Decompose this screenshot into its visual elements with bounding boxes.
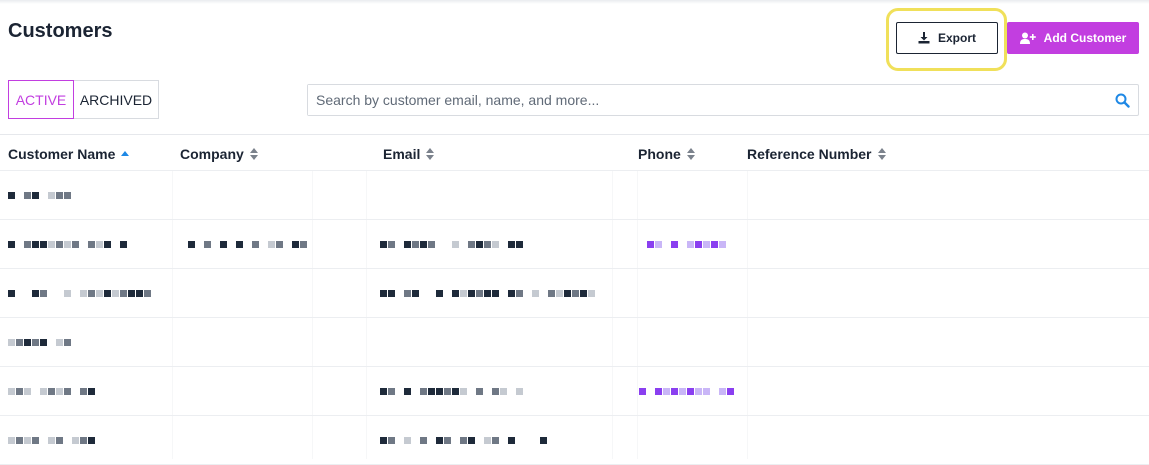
- tab-archived[interactable]: ARCHIVED: [74, 80, 159, 119]
- search-box: [307, 84, 1139, 116]
- column-header-company[interactable]: Company: [180, 146, 258, 162]
- column-label: Company: [180, 146, 244, 162]
- column-label: Customer Name: [8, 146, 116, 162]
- search-icon[interactable]: [1115, 93, 1130, 108]
- sort-icon: [686, 148, 695, 160]
- redacted-customer-name: [8, 290, 152, 298]
- table-row[interactable]: [0, 171, 1149, 220]
- column-label: Phone: [638, 146, 681, 162]
- page-title: Customers: [8, 20, 113, 42]
- table-header: Customer Name Company Email Phone Refere…: [0, 140, 1149, 170]
- column-header-customer-name[interactable]: Customer Name: [8, 146, 130, 162]
- sort-ascending-icon: [121, 151, 130, 156]
- redacted-phone: [647, 241, 727, 249]
- redacted-customer-name: [8, 339, 72, 347]
- redacted-email: [380, 437, 548, 445]
- add-user-icon: [1019, 32, 1036, 44]
- top-shadow: [0, 0, 1149, 4]
- table-row[interactable]: [0, 367, 1149, 416]
- redacted-email: [380, 388, 524, 396]
- download-icon: [918, 32, 930, 44]
- search-input[interactable]: [308, 85, 1098, 115]
- sort-icon: [426, 148, 435, 160]
- redacted-email: [380, 241, 524, 249]
- table-row[interactable]: [0, 220, 1149, 269]
- table-row[interactable]: [0, 416, 1149, 465]
- column-header-email[interactable]: Email: [383, 146, 435, 162]
- export-button-label: Export: [937, 31, 976, 45]
- table-top-divider: [0, 134, 1149, 135]
- column-label: Email: [383, 146, 421, 162]
- column-label: Reference Number: [747, 146, 872, 162]
- add-customer-button[interactable]: Add Customer: [1007, 22, 1139, 54]
- export-button[interactable]: Export: [896, 22, 998, 54]
- column-header-reference-number[interactable]: Reference Number: [747, 146, 886, 162]
- redacted-phone: [639, 388, 735, 396]
- status-tabs: ACTIVE ARCHIVED: [8, 80, 159, 119]
- table-row[interactable]: [0, 318, 1149, 367]
- redacted-customer-name: [8, 192, 72, 200]
- sort-icon: [249, 148, 258, 160]
- column-header-phone[interactable]: Phone: [638, 146, 695, 162]
- redacted-customer-name: [8, 388, 96, 396]
- redacted-email: [380, 290, 596, 298]
- redacted-company: [188, 241, 308, 249]
- redacted-customer-name: [8, 241, 128, 249]
- table-row[interactable]: [0, 269, 1149, 318]
- tab-active[interactable]: ACTIVE: [8, 80, 74, 119]
- sort-icon: [877, 148, 886, 160]
- redacted-customer-name: [8, 437, 96, 445]
- add-customer-label: Add Customer: [1043, 31, 1127, 45]
